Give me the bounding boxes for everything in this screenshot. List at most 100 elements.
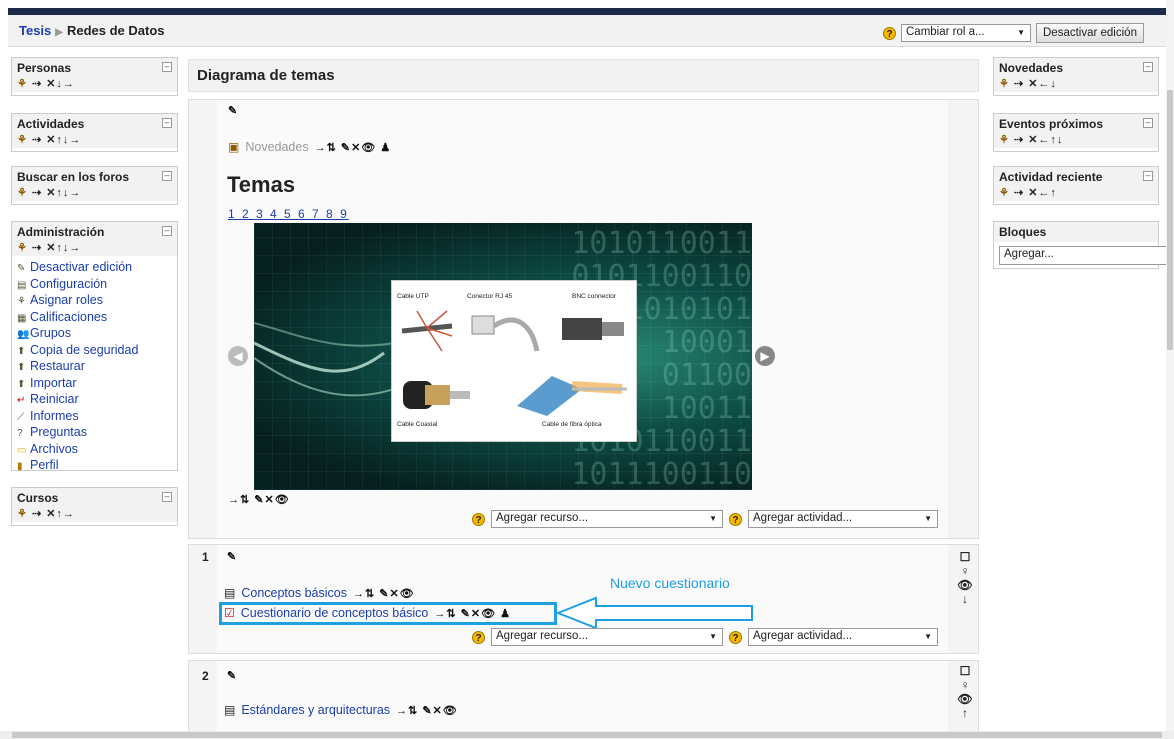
collapse-icon[interactable]: – [162, 226, 172, 236]
edit-summary-icon[interactable]: ✎ [227, 550, 237, 563]
block-title: Buscar en los foros [17, 170, 130, 184]
activity-link[interactable]: Conceptos básicos [241, 586, 347, 600]
collapse-icon[interactable]: – [1143, 171, 1153, 181]
help-icon[interactable]: ? [883, 26, 896, 40]
profile-icon: ▮ [17, 461, 23, 472]
topic-banner-image: 1010110011 0101100110 1010101 10001 0110… [254, 223, 752, 490]
admin-item-desactivar[interactable]: ✎ Desactivar edición [17, 260, 172, 277]
help-icon[interactable]: ? [472, 630, 485, 644]
admin-item-roles[interactable]: ⚘ Asignar roles [17, 293, 172, 310]
block-edit-icons[interactable]: ⚘ ⇢ ✕↓→ [17, 77, 172, 90]
bnc-connector-icon [562, 318, 624, 340]
admin-item-restaurar[interactable]: ⬆ Restaurar [17, 359, 172, 376]
pencil-icon: ✎ [17, 263, 26, 274]
block-title: Actividad reciente [999, 170, 1103, 184]
edit-summary-icon[interactable]: ✎ [227, 669, 237, 682]
block-title: Cursos [17, 491, 59, 505]
block-actividad-reciente: Actividad reciente – ⚘ ⇢ ✕←↑ [993, 166, 1159, 205]
admin-item-grupos[interactable]: 👥Grupos [17, 326, 172, 343]
horizontal-scrollbar[interactable] [0, 731, 1174, 739]
chevron-down-icon: ▼ [924, 514, 932, 523]
edit-toggle-button[interactable]: Desactivar edición [1036, 23, 1144, 43]
add-resource-select[interactable]: Agregar recurso... ▼ [491, 628, 723, 646]
collapse-icon[interactable]: – [1143, 118, 1153, 128]
section0-edit-icons[interactable]: →⇅ ✎✕👁 [228, 493, 290, 506]
document-icon: ▤ [17, 279, 27, 291]
block-title: Novedades [999, 61, 1064, 75]
block-edit-icons[interactable]: ⚘ ⇢ ✕←↑↓ [999, 133, 1153, 146]
carousel-prev-button[interactable]: ◀ [228, 346, 248, 366]
block-buscar-foros: Buscar en los foros – ⚘ ⇢ ✕↑↓→ [11, 166, 178, 205]
collapse-icon[interactable]: – [162, 62, 172, 72]
block-edit-icons[interactable]: ⚘ ⇢ ✕↑→ [17, 507, 172, 520]
breadcrumb: Tesis ▶ Redes de Datos [19, 23, 165, 38]
role-select[interactable]: Cambiar rol a... ▼ [901, 24, 1031, 42]
block-edit-icons[interactable]: ⚘ ⇢ ✕↑↓→ [17, 133, 172, 146]
breadcrumb-root[interactable]: Tesis [19, 23, 51, 38]
activity-edit-icons[interactable]: →⇅ ✎✕👁 [396, 704, 458, 717]
page-icon: ▤ [224, 703, 236, 717]
admin-item-importar[interactable]: ⬆ Importar [17, 376, 172, 393]
admin-item-copia[interactable]: ⬆ Copia de seguridad [17, 343, 172, 360]
block-edit-icons[interactable]: ⚘ ⇢ ✕↑↓→ [17, 241, 172, 254]
chart-icon: ⟋ [17, 411, 24, 423]
admin-item-archivos[interactable]: ▭ Archivos [17, 442, 172, 459]
block-edit-icons[interactable]: ⚘ ⇢ ✕←↓ [999, 77, 1153, 90]
block-bloques: Bloques Agregar... [993, 221, 1167, 269]
groups-icon: 👥 [17, 329, 30, 340]
callout-arrow-icon [556, 596, 753, 630]
help-icon[interactable]: ? [472, 512, 485, 526]
chevron-down-icon: ▼ [709, 514, 717, 523]
section-number: 1 [202, 550, 209, 564]
news-forum-link[interactable]: Novedades [245, 140, 308, 154]
main-heading-bar: Diagrama de temas [188, 59, 979, 92]
admin-item-preguntas[interactable]: ? Preguntas [17, 425, 172, 442]
add-activity-select[interactable]: Agregar actividad... ▼ [748, 510, 938, 528]
section0-add-row: ? Agregar recurso... ▼ ? Agregar activida… [472, 510, 938, 528]
pager-links[interactable]: 1 2 3 4 5 6 7 8 9 [228, 207, 349, 221]
block-title: Actividades [17, 117, 85, 131]
vertical-scrollbar[interactable] [1166, 0, 1174, 731]
forum-icon: ▣ [228, 140, 240, 154]
block-title: Administración [17, 225, 105, 239]
help-icon[interactable]: ? [729, 630, 742, 644]
carousel-next-button[interactable]: ▶ [755, 346, 775, 366]
block-title: Eventos próximos [999, 117, 1104, 131]
section2-side-controls[interactable]: ☐ ♀ 👁 ↑ [957, 664, 973, 720]
folder-icon: ▭ [17, 444, 27, 456]
edit-summary-icon[interactable]: ✎ [228, 104, 238, 117]
activity-edit-icons[interactable]: →⇅ ✎✕👁 [353, 587, 415, 600]
block-actividades: Actividades – ⚘ ⇢ ✕↑↓→ [11, 113, 178, 152]
section1-side-controls[interactable]: ☐ ♀ 👁 ↓ [957, 550, 973, 606]
section-title: Temas [227, 172, 296, 197]
help-icon[interactable]: ? [729, 512, 742, 526]
activity-link[interactable]: Estándares y arquitecturas [241, 703, 390, 717]
topic-pager: 1 2 3 4 5 6 7 8 9 [228, 207, 349, 221]
admin-item-configuracion[interactable]: ▤ Configuración [17, 277, 172, 294]
restore-icon: ⬆ [17, 362, 26, 373]
block-edit-icons[interactable]: ⚘ ⇢ ✕↑↓→ [17, 186, 172, 199]
add-resource-select[interactable]: Agregar recurso... ▼ [491, 510, 723, 528]
block-title: Personas [17, 61, 72, 75]
admin-item-calificaciones[interactable]: ▦ Calificaciones [17, 310, 172, 327]
chevron-down-icon: ▼ [924, 632, 932, 641]
collapse-icon[interactable]: – [162, 118, 172, 128]
add-block-select[interactable]: Agregar... [999, 246, 1167, 265]
fiber-optic-icon [517, 376, 627, 416]
add-activity-select[interactable]: Agregar actividad... ▼ [748, 628, 938, 646]
admin-item-perfil[interactable]: ▮ Perfil [17, 458, 172, 475]
admin-item-reiniciar[interactable]: ↵ Reiniciar [17, 392, 172, 409]
news-edit-icons[interactable]: →⇅ ✎✕👁 ♟ [315, 141, 392, 154]
page-icon: ▤ [224, 586, 236, 600]
collapse-icon[interactable]: – [1143, 62, 1153, 72]
utp-cable-icon [401, 310, 453, 352]
admin-menu: ✎ Desactivar edición ▤ Configuración ⚘ Asig… [12, 256, 177, 479]
breadcrumb-separator-icon: ▶ [55, 27, 63, 38]
collapse-icon[interactable]: – [162, 492, 172, 502]
collapse-icon[interactable]: – [162, 171, 172, 181]
block-edit-icons[interactable]: ⚘ ⇢ ✕←↑ [999, 186, 1153, 199]
admin-item-informes[interactable]: ⟋ Informes [17, 409, 172, 426]
reset-icon: ↵ [17, 395, 26, 406]
cable-types-card: Cable UTP Conector RJ 45 BNC connector C… [391, 280, 637, 442]
page-title: Diagrama de temas [197, 67, 335, 84]
